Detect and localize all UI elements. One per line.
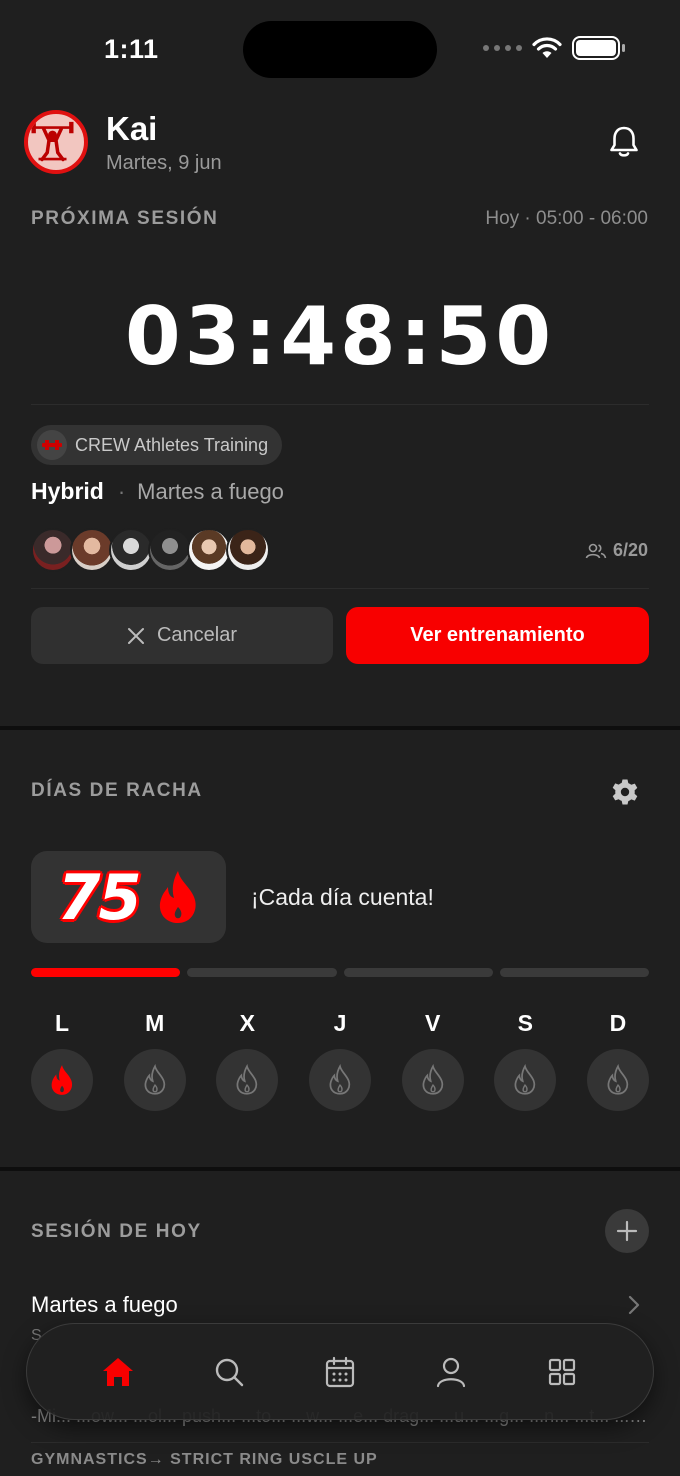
streak-count: 75: [57, 860, 141, 934]
flame-icon: [159, 871, 196, 923]
day-saturday[interactable]: S: [494, 1010, 557, 1111]
progress-segment: [343, 968, 493, 977]
section-divider: [0, 1167, 680, 1171]
today-session-title[interactable]: Martes a fuego: [31, 1292, 178, 1318]
flame-outline-icon: [144, 1064, 165, 1095]
gym-logo: [37, 430, 67, 460]
progress-segment: [499, 968, 649, 977]
view-workout-button[interactable]: Ver entrenamiento: [346, 607, 649, 664]
workout-preview-heading: GYMNASTICS→ STRICT RING USCLE UP: [31, 1451, 378, 1468]
day-friday[interactable]: V: [401, 1010, 464, 1111]
calendar-icon: [325, 1356, 355, 1387]
grid-icon: [548, 1358, 575, 1385]
class-separator: ·: [117, 479, 126, 504]
wifi-icon: [532, 37, 562, 58]
day-letter: J: [333, 1010, 347, 1036]
tab-more[interactable]: [538, 1348, 586, 1396]
status-time: 1:11: [104, 34, 159, 64]
dynamic-island: [243, 21, 437, 78]
tab-home[interactable]: [94, 1348, 142, 1396]
weightlifter-icon: [31, 121, 74, 162]
people-icon: [585, 543, 607, 558]
tab-calendar[interactable]: [316, 1348, 364, 1396]
day-status: [586, 1049, 649, 1111]
current-date: Martes, 9 jun: [106, 152, 222, 174]
home-screen: 1:11 Kai Martes, 9 jun PRÓXIMA SESIÓN Ho…: [0, 0, 680, 1476]
day-tuesday[interactable]: M: [123, 1010, 186, 1111]
class-info: Hybrid · Martes a fuego: [31, 478, 284, 505]
capacity-indicator: 6/20: [585, 540, 648, 561]
cancel-button[interactable]: Cancelar: [31, 607, 333, 664]
flame-icon: [51, 1065, 73, 1095]
chevron-right-icon[interactable]: [627, 1294, 641, 1316]
tab-profile[interactable]: [427, 1348, 475, 1396]
class-name: Martes a fuego: [137, 479, 284, 504]
streak-label: DÍAS DE RACHA: [31, 780, 203, 801]
day-letter: M: [145, 1010, 165, 1036]
day-letter: X: [239, 1010, 255, 1036]
flame-outline-icon: [236, 1064, 258, 1095]
status-indicators: [483, 36, 625, 60]
class-type: Hybrid: [31, 478, 104, 504]
day-status: [401, 1049, 464, 1111]
day-status: [216, 1049, 279, 1111]
countdown-timer: 03:48:50: [125, 290, 555, 383]
close-icon: [127, 627, 144, 644]
divider-line: [31, 1442, 649, 1443]
day-status: [494, 1049, 557, 1111]
next-session-label: PRÓXIMA SESIÓN: [31, 208, 219, 229]
attendee-avatar: [148, 528, 192, 572]
next-session-time: Hoy · 05:00 - 06:00: [485, 208, 648, 229]
plus-icon: [616, 1220, 638, 1242]
flame-outline-icon: [422, 1064, 443, 1095]
day-wednesday[interactable]: X: [216, 1010, 279, 1111]
weekly-progress-bar: [31, 968, 649, 977]
user-avatar[interactable]: [24, 110, 88, 174]
bell-icon[interactable]: [606, 124, 642, 160]
day-status: [123, 1049, 186, 1111]
today-session-label: SESIÓN DE HOY: [31, 1221, 202, 1242]
gym-name: CREW Athletes Training: [75, 434, 269, 455]
streak-message: ¡Cada día cuenta!: [251, 884, 434, 910]
progress-segment: [187, 968, 337, 977]
day-status: [31, 1049, 93, 1111]
tab-bar: [26, 1323, 654, 1420]
day-letter: L: [54, 1010, 70, 1036]
day-status: [308, 1049, 371, 1111]
attendee-avatar: [31, 528, 75, 572]
flame-outline-icon: [329, 1064, 351, 1095]
day-sunday[interactable]: D: [586, 1010, 649, 1111]
battery-icon: [572, 36, 625, 60]
day-thursday[interactable]: J: [308, 1010, 371, 1111]
section-divider: [0, 726, 680, 730]
signal-icon: [483, 45, 522, 51]
gym-chip[interactable]: CREW Athletes Training: [31, 425, 283, 465]
day-letter: D: [609, 1010, 627, 1036]
tab-search[interactable]: [205, 1348, 253, 1396]
add-session-button[interactable]: [605, 1209, 649, 1253]
day-monday[interactable]: L: [31, 1010, 93, 1111]
gear-icon[interactable]: [609, 776, 641, 808]
flame-outline-icon: [607, 1064, 629, 1095]
day-letter: S: [517, 1010, 533, 1036]
streak-counter: 75: [31, 851, 226, 943]
profile-icon: [436, 1357, 465, 1387]
divider-line: [31, 588, 649, 589]
flame-outline-icon: [514, 1064, 536, 1095]
home-icon: [103, 1357, 134, 1386]
attendee-avatar: [109, 528, 153, 572]
user-name: Kai: [106, 110, 158, 147]
week-days: L M X J V S D: [31, 1010, 649, 1111]
progress-segment: [31, 968, 181, 977]
day-letter: V: [424, 1010, 441, 1036]
capacity-count: 6/20: [612, 540, 648, 560]
attendee-list[interactable]: [31, 528, 270, 572]
search-icon: [215, 1358, 244, 1386]
divider-line: [31, 404, 649, 405]
attendee-avatar: [226, 528, 270, 572]
cancel-label: Cancelar: [156, 624, 238, 646]
attendee-avatar: [187, 528, 231, 572]
attendee-avatar: [70, 528, 114, 572]
